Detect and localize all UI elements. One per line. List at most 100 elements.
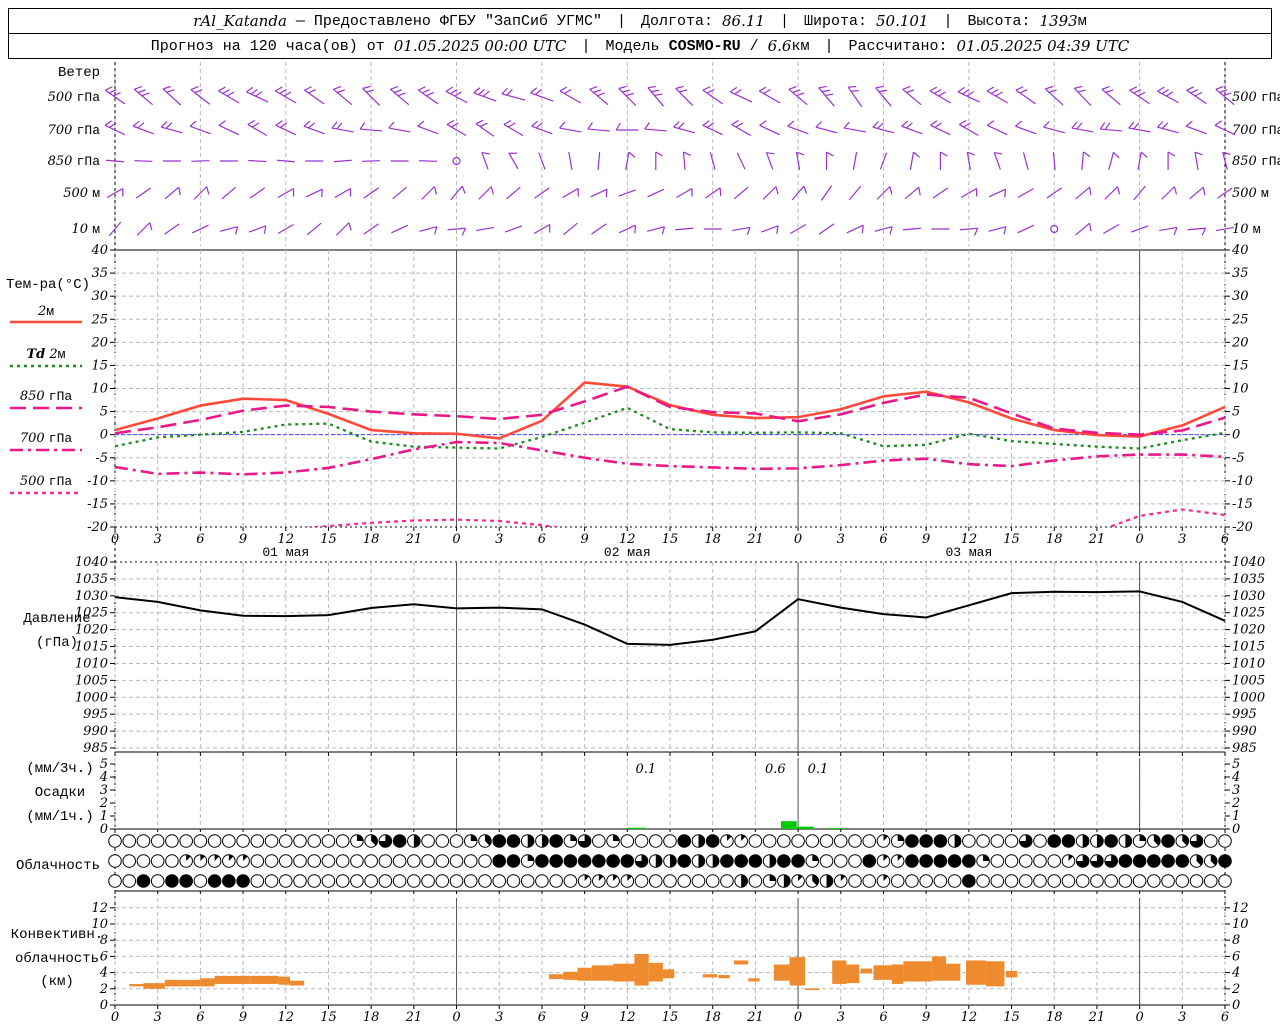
precip-tick-left: 0 bbox=[100, 822, 108, 837]
conv-tick-right: 4 bbox=[1231, 966, 1240, 981]
cloudiness-panel bbox=[108, 834, 1232, 888]
hour-label-bottom: 6 bbox=[1221, 1010, 1229, 1024]
convective-bar bbox=[577, 967, 592, 981]
convective-bar bbox=[563, 971, 578, 980]
hour-label-bottom: 6 bbox=[538, 1010, 546, 1024]
hour-label-mid: 0 bbox=[111, 532, 119, 547]
header1-part: Широта: bbox=[803, 12, 876, 30]
convective-bar bbox=[985, 961, 1005, 987]
header-forecast-line: Прогноз на 120 часа(ов) от 01.05.2025 00… bbox=[8, 33, 1272, 59]
convective-bar bbox=[860, 968, 873, 974]
precip-value-label: 0.1 bbox=[808, 762, 829, 777]
conv-tick-right: 8 bbox=[1232, 933, 1240, 948]
hour-label-bottom: 12 bbox=[961, 1010, 978, 1024]
pressure-tick-right: 995 bbox=[1232, 707, 1257, 722]
wind-level-label-right: 850 гПа bbox=[1232, 154, 1280, 169]
header1-part: — Предоставлено ФГБУ "ЗапСиб УГМС" bbox=[286, 12, 602, 30]
hour-label-bottom: 3 bbox=[1178, 1010, 1186, 1024]
convective-unit: (км) bbox=[40, 974, 74, 990]
hour-label-mid: 18 bbox=[363, 532, 380, 547]
temp-tick-left: 40 bbox=[90, 243, 108, 258]
conv-tick-right: 0 bbox=[1232, 998, 1240, 1013]
wind-level-label-left: 10 м bbox=[72, 222, 101, 237]
hour-label-bottom: 18 bbox=[363, 1010, 380, 1024]
hour-label-bottom: 9 bbox=[239, 1010, 247, 1024]
convective-bar bbox=[748, 978, 760, 982]
meteogram-chart: -20 -20-15 -15-10 -10-5 -50 05 510 1015 1520 2025… bbox=[6, 62, 1280, 1024]
temp-tick-right: 35 bbox=[1232, 266, 1249, 281]
convective-bar bbox=[290, 980, 305, 986]
temp-tick-left: 20 bbox=[90, 335, 108, 350]
hour-label-mid: 15 bbox=[320, 532, 337, 547]
precip-value-label: 0.1 bbox=[635, 762, 656, 777]
hour-label-mid: 21 bbox=[1088, 532, 1106, 547]
precip-tick-right: 2 bbox=[1231, 796, 1240, 811]
convective-bar bbox=[773, 964, 790, 981]
header2-part: 01.05.2025 00:00 UTC bbox=[393, 37, 567, 55]
hour-label-mid: 6 bbox=[538, 532, 546, 547]
pressure-tick-left: 990 bbox=[83, 724, 108, 739]
date-label: 02 мая bbox=[604, 545, 651, 560]
date-label: 01 мая bbox=[262, 545, 309, 560]
wind-level-label-left: 500 гПа bbox=[48, 90, 101, 105]
hour-label-bottom: 15 bbox=[1003, 1010, 1020, 1024]
temp-legend-item: 500 гПа bbox=[20, 474, 73, 489]
conv-tick-left: 2 bbox=[99, 982, 108, 997]
hour-label-mid: 15 bbox=[1003, 532, 1020, 547]
wind-panel-title: Ветер bbox=[58, 65, 100, 81]
temp-tick-right: 0 bbox=[1232, 428, 1240, 443]
pressure-tick-left: 985 bbox=[83, 741, 108, 756]
precip-tick-left: 3 bbox=[100, 783, 108, 798]
temp-tick-left: 30 bbox=[91, 289, 108, 304]
hour-label-bottom: 12 bbox=[619, 1010, 636, 1024]
header1-part: rAl_Katanda bbox=[193, 12, 287, 30]
temp-tick-right: 5 bbox=[1232, 405, 1240, 420]
header2-part: Прогноз на 120 часа(ов) от bbox=[150, 37, 394, 55]
convective-bar bbox=[931, 956, 947, 981]
precip-title: Осадки bbox=[35, 785, 85, 801]
convective-bar bbox=[164, 979, 201, 987]
meteogram-page: rAl_Katanda — Предоставлено ФГБУ "ЗапСиб… bbox=[0, 0, 1280, 1024]
convective-bar bbox=[129, 983, 144, 987]
pressure-tick-left: 995 bbox=[83, 707, 108, 722]
hour-label-bottom: 18 bbox=[704, 1010, 721, 1024]
precip-bar bbox=[826, 828, 844, 829]
precip-bar bbox=[796, 826, 814, 829]
hour-label-mid: 3 bbox=[1178, 532, 1186, 547]
temp-tick-left: 15 bbox=[91, 358, 108, 373]
convective-panel bbox=[129, 953, 1018, 991]
cloudiness-title: Облачность bbox=[16, 857, 100, 874]
convective-bar bbox=[966, 960, 986, 985]
hour-label-bottom: 18 bbox=[1046, 1010, 1063, 1024]
pressure-tick-right: 1035 bbox=[1232, 572, 1265, 587]
hour-label-mid: 18 bbox=[1046, 532, 1063, 547]
conv-tick-right: 10 bbox=[1232, 917, 1249, 932]
hour-label-bottom: 0 bbox=[1135, 1010, 1143, 1024]
pressure-tick-right: 1020 bbox=[1232, 623, 1265, 638]
convective-bar bbox=[648, 962, 663, 982]
hour-label-mid: 3 bbox=[154, 532, 162, 547]
hour-label-bottom: 0 bbox=[794, 1010, 802, 1024]
hour-label-mid: 3 bbox=[837, 532, 845, 547]
hour-label-mid: 0 bbox=[794, 532, 802, 547]
hour-label-bottom: 3 bbox=[837, 1010, 845, 1024]
pressure-tick-right: 1010 bbox=[1232, 656, 1265, 671]
header2-part: Модель bbox=[605, 37, 669, 55]
hour-label-bottom: 3 bbox=[154, 1010, 162, 1024]
hour-label-bottom: 0 bbox=[452, 1010, 460, 1024]
precip-tick-left: 5 bbox=[100, 757, 108, 772]
hour-label-bottom: 12 bbox=[277, 1010, 294, 1024]
convective-bar bbox=[873, 965, 892, 980]
temperature-legend: Тем-ра(°C) 2м Td 2м 850 гПа 700 гПа 500 гПа bbox=[6, 277, 90, 495]
pressure-title: Давление bbox=[23, 611, 90, 627]
hour-label-mid: 9 bbox=[922, 532, 930, 547]
precip-tick-left: 2 bbox=[99, 796, 108, 811]
hour-label-bottom: 21 bbox=[1088, 1010, 1106, 1024]
convective-title-2: облачность bbox=[15, 950, 99, 967]
hour-label-mid: 21 bbox=[405, 532, 423, 547]
pressure-tick-right: 1030 bbox=[1232, 589, 1265, 604]
convective-bar bbox=[200, 978, 215, 987]
temp-tick-left: -5 bbox=[95, 451, 108, 466]
temp-tick-left: -20 bbox=[87, 520, 108, 535]
wind-level-label-left: 500 м bbox=[63, 186, 100, 201]
